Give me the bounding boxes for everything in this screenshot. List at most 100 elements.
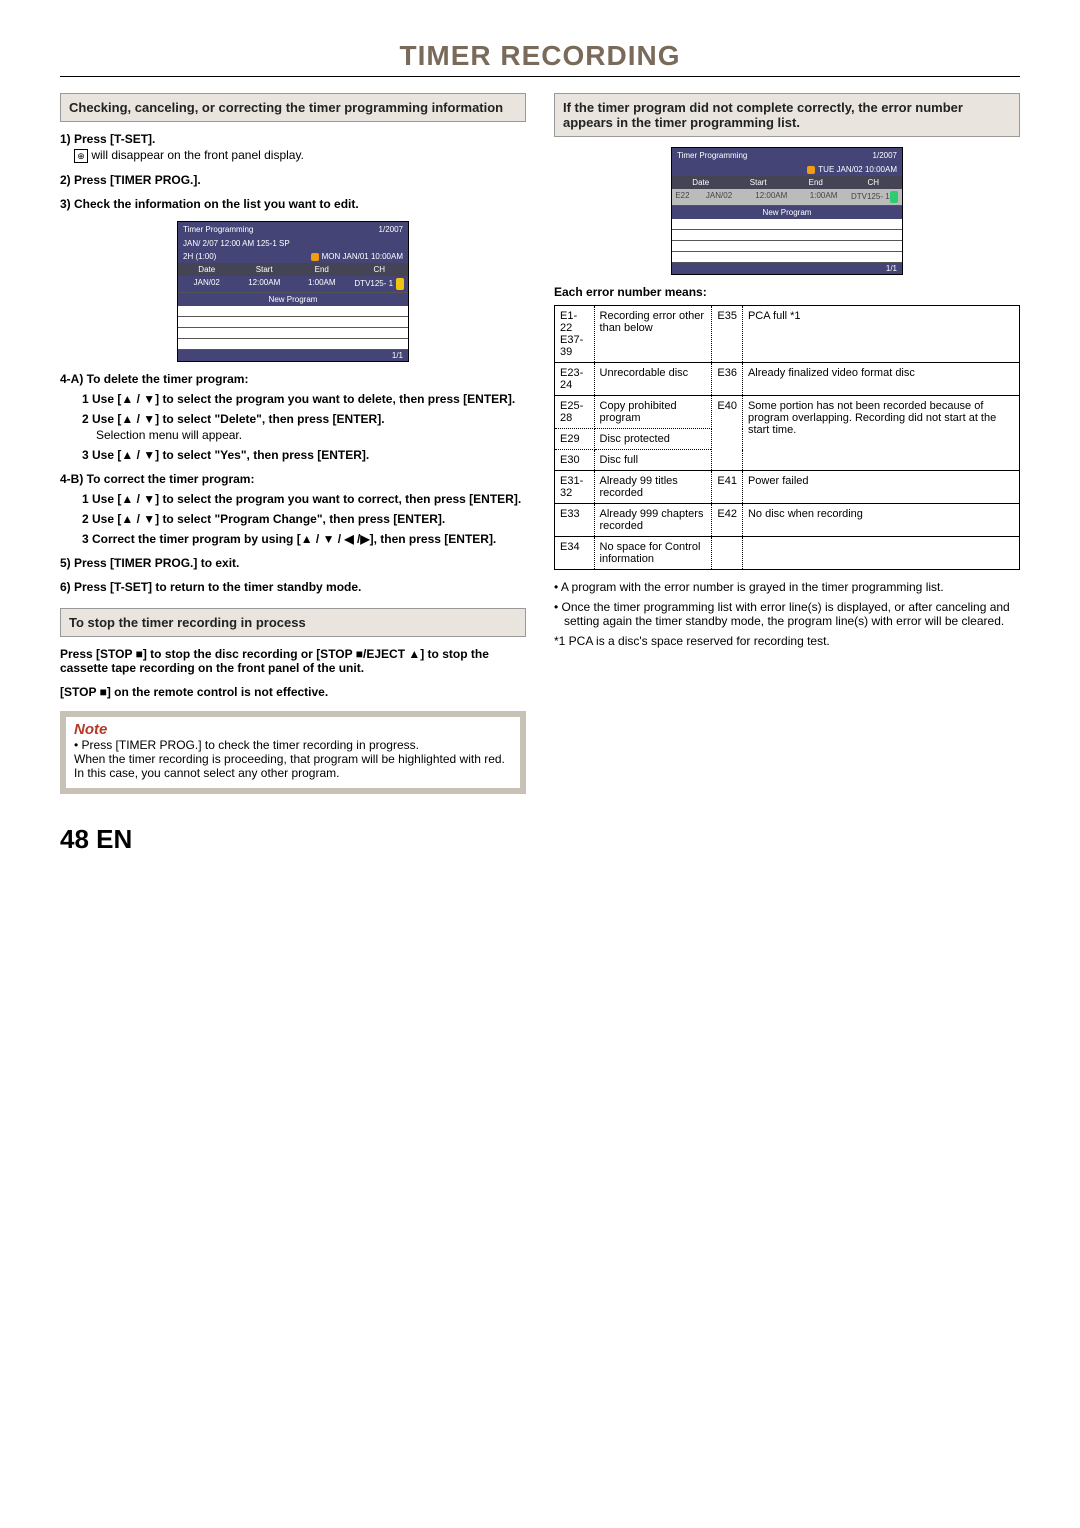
step-4b-2: 2 Use [▲ / ▼] to select "Program Change"…	[82, 512, 526, 526]
screen-title: Timer Programming	[183, 225, 253, 234]
orange-dot-icon	[311, 253, 319, 261]
e-code: E33	[555, 504, 595, 537]
section-heading-error: If the timer program did not complete co…	[554, 93, 1020, 137]
e-code: E40	[712, 396, 743, 471]
page-lang: EN	[96, 824, 132, 854]
section-heading-check: Checking, canceling, or correcting the t…	[60, 93, 526, 122]
bullet-2: • Once the timer programming list with e…	[554, 600, 1020, 628]
row-date: JAN/02	[178, 276, 236, 292]
step-1: 1) Press [T-SET].	[60, 132, 526, 146]
e-code: E30	[555, 450, 595, 471]
step-4a-2-body: Selection menu will appear.	[96, 428, 526, 442]
step-4b-1: 1 Use [▲ / ▼] to select the program you …	[82, 492, 526, 506]
e-desc: Already 999 chapters recorded	[594, 504, 712, 537]
new-program-row: New Program	[178, 293, 408, 306]
e-code: E1-22 E37-39	[555, 306, 595, 363]
e-code: E23-24	[555, 363, 595, 396]
e-desc	[742, 537, 1019, 570]
row2-start: 12:00AM	[745, 189, 797, 205]
page-footer: 48 EN	[60, 824, 1020, 855]
timer-screen-1: Timer Programming 1/2007 JAN/ 2/07 12:00 …	[177, 221, 409, 362]
col-ch: CH	[351, 263, 409, 276]
note-heading: Note	[66, 717, 520, 738]
step-4a-1: 1 Use [▲ / ▼] to select the program you …	[82, 392, 526, 406]
yellow-dot-icon	[396, 278, 404, 290]
e-desc: Recording error other than below	[594, 306, 712, 363]
row-ch: DTV125- 1	[351, 276, 409, 292]
row2-ch: DTV125- 1	[850, 189, 902, 205]
step-4a-3: 3 Use [▲ / ▼] to select "Yes", then pres…	[82, 448, 526, 462]
e-desc: Already 99 titles recorded	[594, 471, 712, 504]
page-title: TIMER RECORDING	[60, 40, 1020, 77]
step-1-text: will disappear on the front panel displa…	[91, 148, 304, 162]
row-end: 1:00AM	[293, 276, 351, 292]
e-code: E29	[555, 429, 595, 450]
step-5: 5) Press [TIMER PROG.] to exit.	[60, 556, 526, 570]
timer-screen-2: Timer Programming 1/2007 TUE JAN/02 10:00…	[671, 147, 903, 275]
col2-date: Date	[672, 176, 730, 189]
screen-badge: 1/2007	[379, 225, 403, 234]
e-desc: Already finalized video format disc	[742, 363, 1019, 396]
step-4b-3: 3 Correct the timer program by using [▲ …	[82, 532, 526, 546]
e-code: E41	[712, 471, 743, 504]
screen2-title: Timer Programming	[677, 151, 747, 160]
clock-icon: ⊕	[74, 149, 88, 163]
screen-line1: JAN/ 2/07 12:00 AM 125-1 SP	[183, 239, 290, 248]
step-4a-2: 2 Use [▲ / ▼] to select "Delete", then p…	[82, 412, 526, 442]
col-end: End	[293, 263, 351, 276]
e-desc: Unrecordable disc	[594, 363, 712, 396]
row-start: 12:00AM	[236, 276, 294, 292]
e-code	[712, 537, 743, 570]
col2-start: Start	[730, 176, 788, 189]
screen2-badge: 1/2007	[873, 151, 897, 160]
section-heading-stop: To stop the timer recording in process	[60, 608, 526, 637]
e-desc: No disc when recording	[742, 504, 1019, 537]
stop-body2: [STOP ■] on the remote control is not ef…	[60, 685, 526, 699]
step-3: 3) Check the information on the list you…	[60, 197, 526, 211]
e-desc: No space for Control information	[594, 537, 712, 570]
col2-ch: CH	[845, 176, 903, 189]
step-6: 6) Press [T-SET] to return to the timer …	[60, 580, 526, 594]
e-code: E36	[712, 363, 743, 396]
columns: Checking, canceling, or correcting the t…	[60, 93, 1020, 794]
bullets: • A program with the error number is gra…	[554, 580, 1020, 648]
screen-line2a: 2H (1:00)	[183, 252, 216, 261]
note-body: • Press [TIMER PROG.] to check the timer…	[66, 738, 520, 788]
row2-end: 1:00AM	[797, 189, 849, 205]
pager-2: 1/1	[672, 263, 902, 274]
step-4b: 4-B) To correct the timer program:	[60, 472, 526, 486]
e-code: E31-32	[555, 471, 595, 504]
col-start: Start	[236, 263, 294, 276]
screen-line2b: MON JAN/01 10:00AM	[322, 252, 403, 261]
e-desc: PCA full *1	[742, 306, 1019, 363]
green-dot-icon	[890, 191, 898, 203]
col-date: Date	[178, 263, 236, 276]
e-code: E34	[555, 537, 595, 570]
pager: 1/1	[178, 350, 408, 361]
bullet-1: • A program with the error number is gra…	[554, 580, 1020, 594]
row2-date: JAN/02	[693, 189, 745, 205]
e-desc: Disc full	[594, 450, 712, 471]
step-1-body: ⊕ will disappear on the front panel disp…	[74, 148, 526, 163]
stop-body1: Press [STOP ■] to stop the disc recordin…	[60, 647, 526, 675]
note-box: Note • Press [TIMER PROG.] to check the …	[60, 711, 526, 794]
screen2-line2b: TUE JAN/02 10:00AM	[818, 165, 897, 174]
e-desc: Copy prohibited program	[594, 396, 712, 429]
row2-code: E22	[672, 189, 693, 205]
error-table: E1-22 E37-39Recording error other than b…	[554, 305, 1020, 570]
page-number: 48	[60, 824, 89, 854]
e-code: E25-28	[555, 396, 595, 429]
col2-end: End	[787, 176, 845, 189]
right-column: If the timer program did not complete co…	[554, 93, 1020, 794]
step-4a: 4-A) To delete the timer program:	[60, 372, 526, 386]
e-desc: Some portion has not been recorded becau…	[742, 396, 1019, 471]
left-column: Checking, canceling, or correcting the t…	[60, 93, 526, 794]
orange-dot-icon	[807, 166, 815, 174]
e-code: E42	[712, 504, 743, 537]
error-label: Each error number means:	[554, 285, 1020, 299]
e-desc: Disc protected	[594, 429, 712, 450]
bullet-3: *1 PCA is a disc's space reserved for re…	[554, 634, 1020, 648]
e-desc: Power failed	[742, 471, 1019, 504]
new-program-row-2: New Program	[672, 206, 902, 219]
step-2: 2) Press [TIMER PROG.].	[60, 173, 526, 187]
